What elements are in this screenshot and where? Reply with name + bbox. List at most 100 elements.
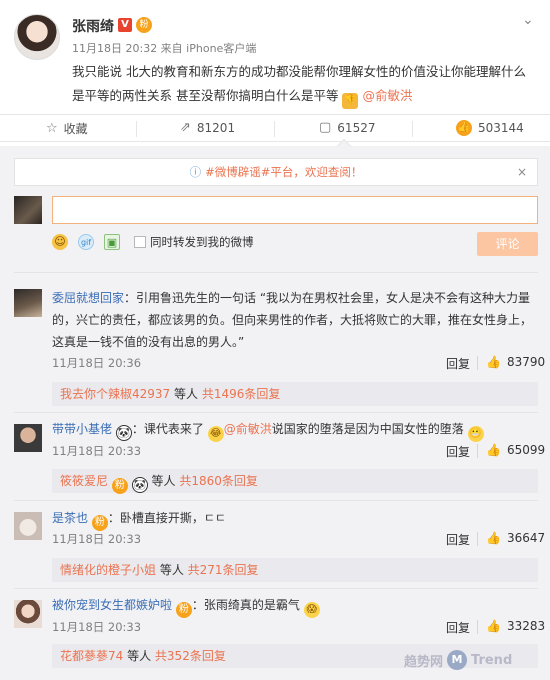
panda-emoji-icon: 🐼 [115, 425, 132, 441]
comment-body: ：课代表来了 [131, 422, 204, 436]
sub-reply-mid: 等人 [123, 649, 155, 663]
comment-like-count: 36647 [506, 531, 546, 545]
comment-avatar[interactable] [14, 600, 42, 628]
verified-badge: V [118, 18, 132, 32]
reply-button[interactable]: 回复 [446, 443, 470, 460]
comment-like-button[interactable]: 👍 36647 [486, 531, 545, 545]
comment-text: 带带小基佬 🐼 ：课代表来了 😂 @俞敏洪说国家的堕落是因为中国女性的堕落 😬 [52, 418, 540, 442]
fan-badge: 粉 [136, 17, 152, 33]
sub-replies[interactable]: 筱筱爱尼 粉 🐼 等人 共1860条回复 [52, 469, 538, 494]
close-icon[interactable]: × [517, 159, 527, 185]
comment-like-button[interactable]: 👍 33283 [486, 619, 545, 633]
divider [14, 588, 538, 589]
gif-icon[interactable]: gif [78, 234, 94, 250]
comment-time: 11月18日 20:36 [52, 356, 142, 370]
post-body: 我只能说 北大的教育和新东方的成功都没能帮你理解女性的价值没让你能理解什么是平等… [72, 60, 538, 109]
my-avatar [14, 196, 42, 224]
reply-button[interactable]: 回复 [446, 355, 470, 372]
submit-comment-button[interactable]: 评论 [477, 232, 538, 256]
comment-text: 被你宠到女生都嫉妒啦 粉：张雨绮真的是霸气 😱 [52, 594, 540, 618]
divider [14, 412, 538, 413]
comment-avatar[interactable] [14, 424, 42, 452]
thumbs-up-icon: 👍 [486, 443, 501, 457]
comment-count: 61527 [337, 120, 376, 135]
repost-checkbox-label: 同时转发到我的微博 [150, 235, 254, 249]
sub-reply-user[interactable]: 花都蔘蔘74 [60, 649, 123, 663]
sub-reply-mid: 等人 [170, 387, 202, 401]
watermark-cn: 趋势网 [404, 654, 444, 670]
comment-avatar[interactable] [14, 289, 42, 317]
repost-checkbox[interactable] [134, 236, 146, 248]
comment-time: 11月18日 20:33 [52, 532, 142, 546]
divider [412, 121, 413, 137]
repost-icon: ⇗ [180, 120, 191, 135]
watermark-en: Trend [471, 652, 513, 668]
comment-body-2: 说国家的堕落是因为中国女性的堕落 [271, 422, 464, 436]
sub-reply-mid: 等人 [156, 563, 188, 577]
comment-mention[interactable]: @俞敏洪 [224, 422, 272, 436]
comment-avatar[interactable] [14, 512, 42, 540]
cry-emoji-icon: 😂 [207, 426, 224, 442]
sub-reply-user[interactable]: 我去你个辣椒42937 [60, 387, 170, 401]
like-icon: 👍 [456, 120, 472, 136]
fan-badge-icon: 粉 [111, 478, 128, 494]
comment-time: 11月18日 20:33 [52, 444, 142, 458]
divider [477, 620, 478, 634]
sub-replies[interactable]: 情绪化的橙子小姐 等人 共271条回复 [52, 558, 538, 582]
comment-like-count: 83790 [506, 355, 546, 369]
favorite-button[interactable]: ☆ 收藏 [46, 120, 88, 137]
mention-link[interactable]: @俞敏洪 [362, 88, 412, 103]
comment-text: 委屈就想回家：引用鲁迅先生的一句话 “我以为在男权社会里，女人是决不会有这种大力… [52, 287, 540, 353]
comment-body: ：卧槽直接开撕，ㄷㄷ [107, 511, 226, 525]
comment-like-button[interactable]: 👍 83790 [486, 355, 545, 369]
comment-body: ：引用鲁迅先生的一句话 “我以为在男权社会里，女人是决不会有这种大力量的，兴亡的… [52, 291, 533, 349]
comment-body: ：张雨绮真的是霸气 [191, 598, 300, 612]
fan-badge-icon: 粉 [175, 602, 192, 618]
comment-user[interactable]: 委屈就想回家 [52, 291, 124, 305]
comment-user[interactable]: 带带小基佬 [52, 422, 112, 436]
watermark-logo: M [447, 650, 468, 670]
comment-button[interactable]: ▢ 61527 [319, 120, 375, 135]
divider [14, 272, 538, 273]
reply-button[interactable]: 回复 [446, 531, 470, 548]
like-count: 503144 [478, 121, 524, 135]
repost-button[interactable]: ⇗ 81201 [180, 120, 235, 135]
divider [477, 356, 478, 370]
sub-reply-user[interactable]: 筱筱爱尼 [60, 474, 108, 488]
author-name[interactable]: 张雨绮 [72, 16, 114, 36]
sub-reply-user[interactable]: 情绪化的橙子小姐 [60, 563, 156, 577]
watermark: 趋势网 M Trend [404, 650, 512, 670]
sub-reply-count[interactable]: 共1860条回复 [179, 474, 258, 488]
post-meta: 11月18日 20:32 来自 iPhone客户端 [72, 42, 257, 55]
reply-button[interactable]: 回复 [446, 619, 470, 636]
comment-like-button[interactable]: 👍 65099 [486, 443, 545, 457]
repost-count: 81201 [196, 120, 236, 135]
comment-input[interactable] [52, 196, 538, 224]
divider [136, 121, 137, 137]
emoji-icon[interactable]: ☺ [52, 234, 68, 250]
image-icon[interactable]: ▣ [104, 234, 120, 250]
thumbs-down-emoji-icon: 👎 [342, 93, 359, 109]
divider [274, 121, 275, 137]
thumbs-up-icon: 👍 [486, 355, 501, 369]
notice-text[interactable]: #微博辟谣#平台，欢迎查阅！ [205, 165, 362, 179]
chevron-down-icon[interactable]: ⌄ [522, 12, 534, 28]
sub-reply-mid: 等人 [147, 474, 180, 488]
comment-time: 11月18日 20:33 [52, 620, 142, 634]
like-button[interactable]: 👍 503144 [456, 120, 524, 136]
comment-like-count: 33283 [506, 619, 546, 633]
sub-reply-count[interactable]: 共271条回复 [188, 563, 259, 577]
action-bar: ☆ 收藏 ⇗ 81201 ▢ 61527 👍 503144 [0, 114, 550, 142]
comment-user[interactable]: 被你宠到女生都嫉妒啦 [52, 598, 172, 612]
sub-reply-count[interactable]: 共352条回复 [155, 649, 226, 663]
scream-emoji-icon: 😱 [303, 602, 320, 618]
divider [477, 532, 478, 546]
sub-reply-count[interactable]: 共1496条回复 [202, 387, 281, 401]
comment-user[interactable]: 是茶也 [52, 511, 88, 525]
notice-banner: ⓘ #微博辟谣#平台，欢迎查阅！ × [14, 158, 538, 186]
post-text: 我只能说 北大的教育和新东方的成功都没能帮你理解女性的价值没让你能理解什么是平等… [72, 64, 526, 103]
comment-text: 是茶也 粉：卧槽直接开撕，ㄷㄷ [52, 507, 540, 531]
author-avatar[interactable] [14, 14, 60, 60]
sub-replies[interactable]: 我去你个辣椒42937 等人 共1496条回复 [52, 382, 538, 406]
comment-like-count: 65099 [506, 443, 546, 457]
